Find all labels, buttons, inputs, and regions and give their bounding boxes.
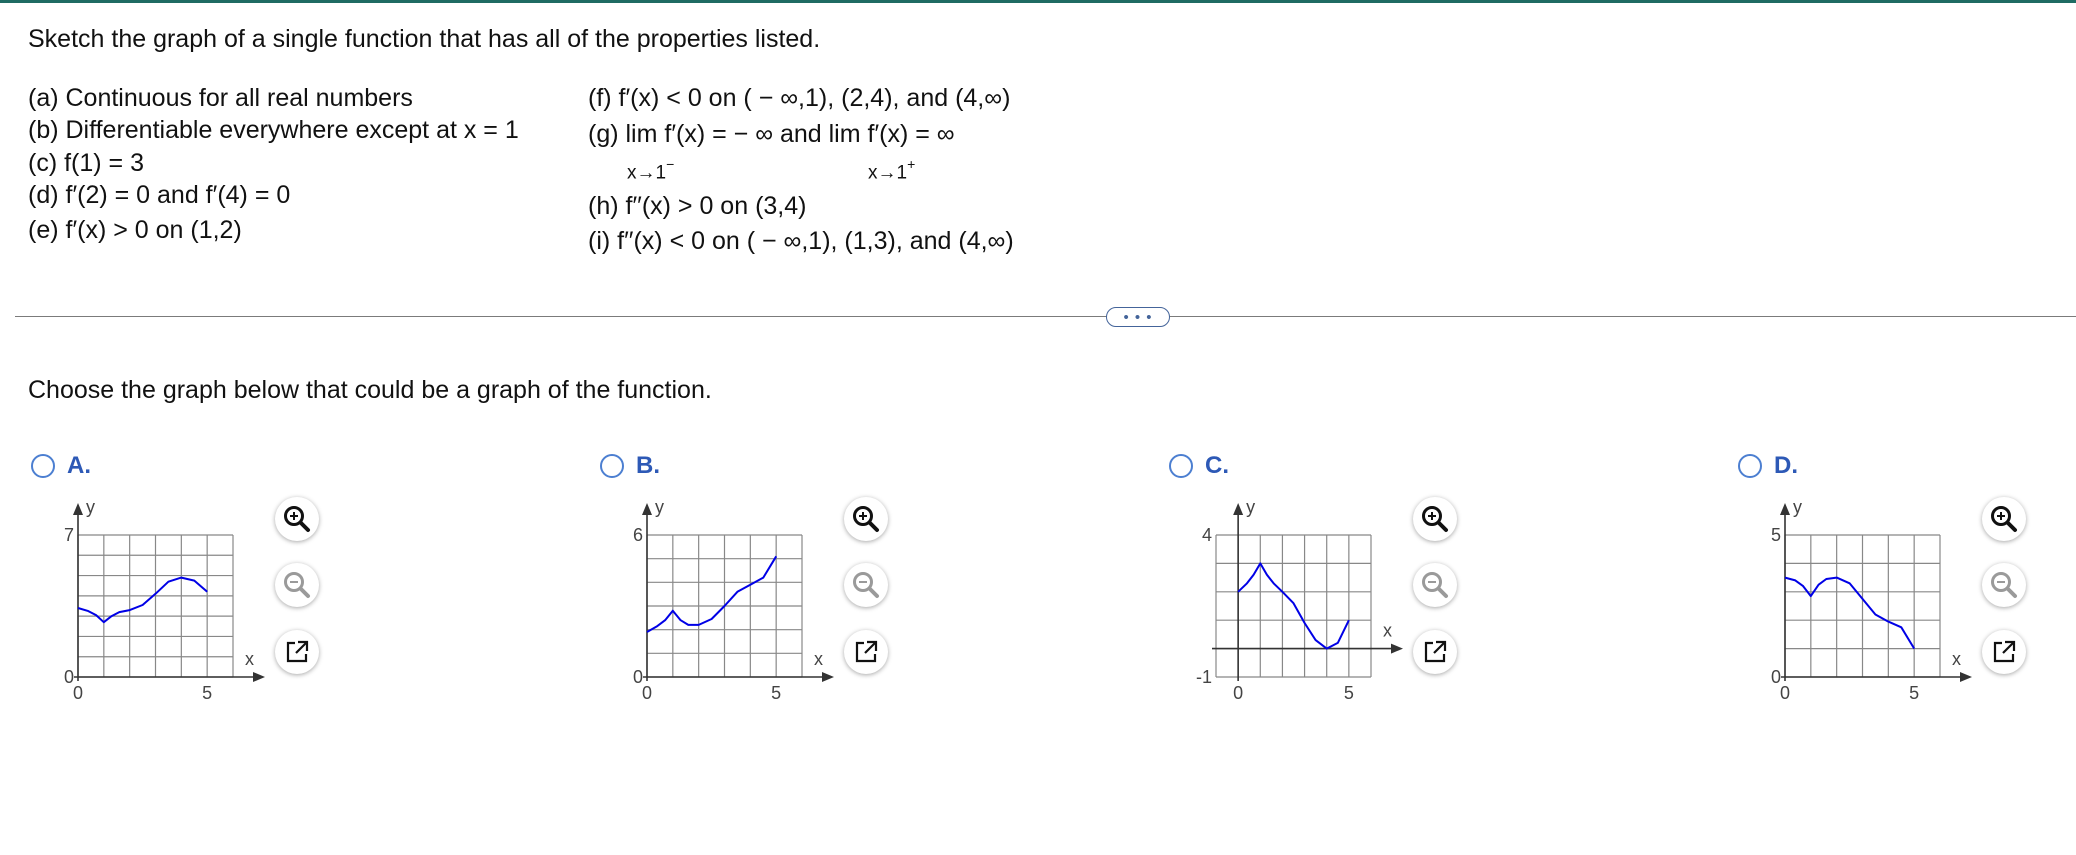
y-tick-label: 7 [64,525,74,545]
y-axis-arrow-icon [73,503,83,515]
option-a-pop-out-button[interactable] [275,630,319,674]
option-b-pop-out-button[interactable] [844,630,888,674]
x-axis-label: x [1383,621,1392,641]
expand-more-button[interactable]: • • • [1106,307,1170,327]
top-accent-bar [0,0,2076,3]
x-axis-label: x [814,649,823,669]
option-d-graph: xy050 5 [1771,497,1972,703]
option-c-graph: x y -1 4 0 5 [1196,497,1403,703]
function-curve [1784,576,1916,650]
y-tick-label: 6 [633,525,643,545]
y-axis-label: y [1793,497,1802,517]
option-d-label: D. [1774,452,1798,479]
option-a-zoom-out-button[interactable] [275,563,319,607]
y-axis-arrow-icon [642,503,652,515]
property-c: (c) f(1) = 3 [28,149,144,177]
zoom-in-icon [284,506,310,532]
x-axis-arrow-icon [822,672,834,682]
option-c[interactable]: C. [1169,452,1229,480]
pop-out-icon [286,640,309,663]
option-b-zoom-in-button[interactable] [844,497,888,541]
zoom-in-icon [1991,506,2017,532]
option-a-zoom-in-button[interactable] [275,497,319,541]
x-tick-label: 0 [73,683,83,703]
option-b-zoom-out-button[interactable] [844,563,888,607]
y-axis-label: y [86,497,95,517]
x-tick-label: 5 [1344,683,1354,703]
pop-out-icon [1424,640,1447,663]
option-a-graph: xy070 5 [64,497,265,703]
option-b-graph: xy060 5 [633,497,834,703]
zoom-out-icon [1991,572,2017,598]
option-a-label: A. [67,452,91,479]
option-c-label: C. [1205,452,1229,479]
pop-out-icon [855,640,878,663]
y-axis-label: y [1246,497,1255,517]
x-tick-label: 0 [642,683,652,703]
option-d-radio[interactable] [1738,454,1762,478]
function-curve [646,555,778,633]
zoom-out-icon [853,572,879,598]
option-c-zoom-out-button[interactable] [1413,563,1457,607]
option-d-zoom-out-button[interactable] [1982,563,2026,607]
property-i: (i) f′′(x) < 0 on ( − ∞,1), (1,3), and (… [588,227,1014,255]
question-prompt: Sketch the graph of a single function th… [28,25,821,53]
x-axis-label: x [1952,649,1961,669]
function-curve [77,576,208,624]
property-g: (g) lim f′(x) = − ∞ and lim f′(x) = ∞ [588,120,955,148]
option-b-radio[interactable] [600,454,624,478]
x-tick-label: 5 [202,683,212,703]
x-axis-label: x [245,649,254,669]
y-tick-label: 5 [1771,525,1781,545]
property-h: (h) f′′(x) > 0 on (3,4) [588,192,807,220]
choose-prompt: Choose the graph below that could be a g… [28,376,712,404]
x-axis-arrow-icon [1391,643,1403,654]
function-curve [1237,562,1350,650]
zoom-in-icon [1422,506,1448,532]
zoom-out-icon [1422,572,1448,598]
option-d-zoom-in-button[interactable] [1982,497,2026,541]
x-axis-arrow-icon [253,672,265,682]
option-a-radio[interactable] [31,454,55,478]
limit-left-subscript: x→1− [627,156,675,184]
x-tick-label: 0 [1780,683,1790,703]
section-divider [15,316,2076,317]
x-axis-arrow-icon [1960,672,1972,682]
property-a: (a) Continuous for all real numbers [28,84,413,112]
x-tick-label: 0 [1233,683,1243,703]
option-a[interactable]: A. [31,452,91,480]
y-tick-label: -1 [1196,667,1212,687]
property-d: (d) f′(2) = 0 and f′(4) = 0 [28,181,291,209]
zoom-out-icon [284,572,310,598]
x-tick-label: 5 [771,683,781,703]
x-tick-label: 5 [1909,683,1919,703]
option-d[interactable]: D. [1738,452,1798,480]
option-c-pop-out-button[interactable] [1413,630,1457,674]
property-e: (e) f′(x) > 0 on (1,2) [28,216,242,244]
y-tick-label: 4 [1202,525,1212,545]
limit-right-subscript: x→1+ [868,156,916,184]
option-c-radio[interactable] [1169,454,1193,478]
option-c-zoom-in-button[interactable] [1413,497,1457,541]
y-axis-arrow-icon [1780,503,1790,515]
option-b[interactable]: B. [600,452,660,480]
y-axis-arrow-icon [1233,503,1244,515]
zoom-in-icon [853,506,879,532]
option-d-pop-out-button[interactable] [1982,630,2026,674]
option-b-label: B. [636,452,660,479]
property-b: (b) Differentiable everywhere except at … [28,116,519,144]
pop-out-icon [1993,640,2016,663]
y-axis-label: y [655,497,664,517]
property-f: (f) f′(x) < 0 on ( − ∞,1), (2,4), and (4… [588,84,1011,112]
